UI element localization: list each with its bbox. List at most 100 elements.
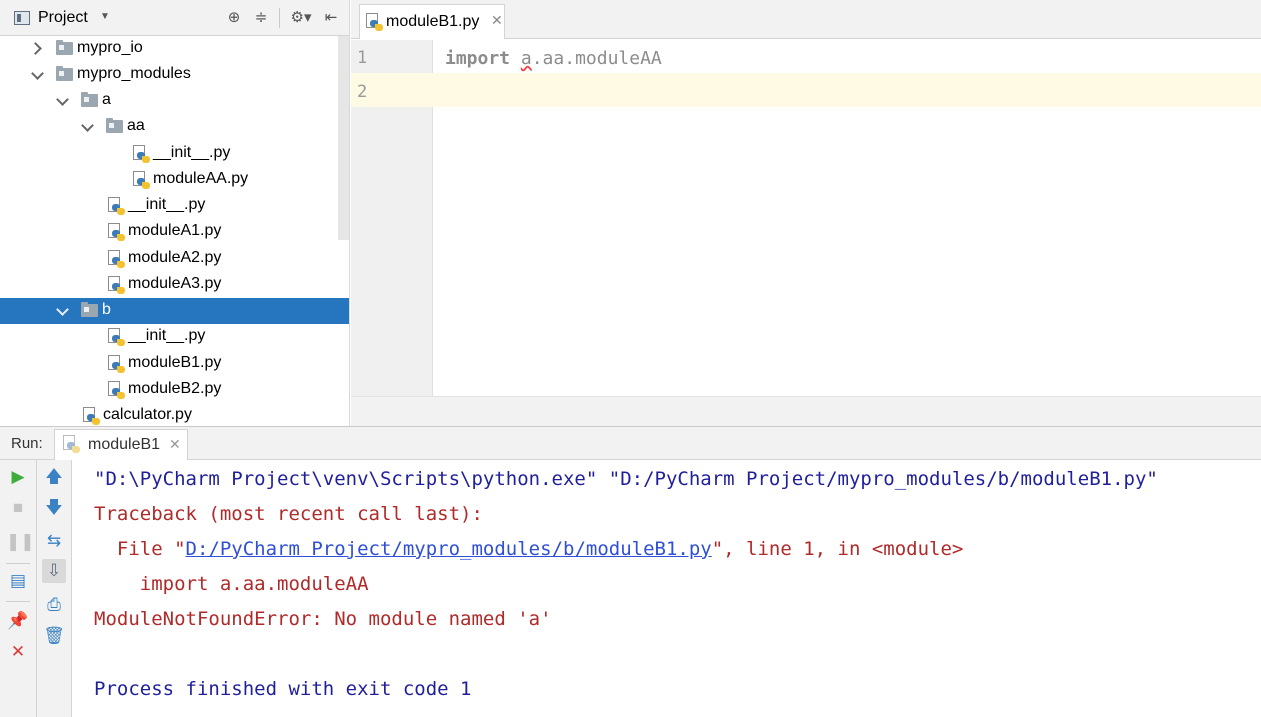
editor-pane: moduleB1.py ✕ 1 2 import a.aa.moduleAA — [351, 0, 1261, 426]
trash-icon[interactable]: 🗑 — [42, 624, 66, 648]
chevron-down-icon[interactable]: ▼ — [100, 11, 110, 22]
tree-item-label: aa — [127, 117, 145, 134]
tree-item-label: __init__.py — [153, 144, 231, 161]
editor-breadcrumb-bar — [351, 396, 1261, 426]
locate-icon[interactable]: ⊕ — [224, 7, 244, 29]
tree-item-modulea3[interactable]: moduleA3.py — [0, 272, 349, 298]
tree-item-b-init[interactable]: __init__.py — [0, 324, 349, 350]
console-exit-line: Process finished with exit code 1 — [94, 678, 472, 700]
project-header: Project ▼ ⊕ ≑ ⚙▾ ⇤ — [0, 0, 349, 36]
console-file-line: File "D:/PyCharm Project/mypro_modules/b… — [94, 538, 964, 560]
tree-item-label: __init__.py — [128, 327, 206, 344]
up-arrow-icon[interactable]: 🡅 — [42, 465, 66, 489]
gear-icon[interactable]: ⚙▾ — [288, 7, 314, 29]
tree-item-label: moduleA2.py — [128, 249, 222, 266]
print-icon[interactable]: ⎙ — [42, 593, 66, 617]
editor-tab-moduleb1[interactable]: moduleB1.py ✕ — [359, 4, 505, 39]
tree-item-moduleb1[interactable]: moduleB1.py — [0, 351, 349, 377]
editor-tab-bar: moduleB1.py ✕ — [351, 0, 1261, 39]
console-output[interactable]: "D:\PyCharm Project\venv\Scripts\python.… — [72, 460, 1261, 717]
tree-item-mypro-modules[interactable]: mypro_modules — [0, 62, 349, 88]
current-line-highlight[interactable] — [433, 73, 1261, 107]
tree-item-b[interactable]: b — [0, 298, 349, 324]
project-title[interactable]: Project — [38, 9, 88, 27]
tree-item-label: mypro_modules — [77, 65, 191, 82]
code-module-path: .aa.moduleAA — [531, 48, 662, 69]
tree-item-aa-init[interactable]: __init__.py — [0, 141, 349, 167]
folder-icon — [56, 66, 73, 81]
console-file-prefix: File " — [94, 538, 186, 560]
python-file-icon — [108, 223, 125, 242]
stop-icon[interactable]: ■ — [6, 496, 30, 520]
tree-item-label: moduleA3.py — [128, 275, 222, 292]
close-icon[interactable]: ✕ — [491, 12, 503, 29]
tree-item-modulea1[interactable]: moduleA1.py — [0, 219, 349, 245]
tree-item-label: a — [102, 91, 111, 108]
python-file-icon — [108, 276, 125, 295]
chevron-down-icon[interactable] — [56, 93, 70, 107]
project-panel: Project ▼ ⊕ ≑ ⚙▾ ⇤ mypro_io mypro_module… — [0, 0, 350, 426]
console-code-line: import a.aa.moduleAA — [94, 573, 369, 595]
console-command-line: "D:\PyCharm Project\venv\Scripts\python.… — [94, 468, 1158, 490]
tree-item-calculator[interactable]: calculator.py — [0, 403, 349, 426]
toolbar-divider — [279, 8, 280, 28]
chevron-right-icon[interactable] — [31, 41, 45, 55]
python-file-icon — [133, 145, 150, 164]
python-file-icon — [366, 13, 383, 32]
console-file-suffix: ", line 1, in <module> — [711, 538, 964, 560]
chevron-down-icon[interactable] — [31, 67, 45, 81]
run-tab-moduleb1[interactable]: moduleB1 ✕ — [54, 429, 188, 460]
hide-panel-icon[interactable]: ⇤ — [321, 7, 341, 29]
folder-icon — [81, 92, 98, 107]
restore-layout-icon[interactable]: ▤ — [6, 569, 30, 593]
tree-item-label: __init__.py — [128, 196, 206, 213]
line-number: 1 — [357, 48, 368, 68]
python-file-icon — [108, 328, 125, 347]
tree-item-moduleaa[interactable]: moduleAA.py — [0, 167, 349, 193]
tree-scrollbar[interactable] — [338, 36, 349, 240]
python-file-icon — [108, 197, 125, 216]
run-toolbar-left: ▶ ■ ❚❚ ▤ 📌 ✕ — [0, 460, 37, 717]
run-label: Run: — [11, 435, 43, 452]
run-header: Run: moduleB1 ✕ — [0, 427, 1261, 460]
tree-item-moduleb2[interactable]: moduleB2.py — [0, 377, 349, 403]
console-traceback-header: Traceback (most recent call last): — [94, 503, 483, 525]
toolbar-divider — [6, 563, 30, 564]
editor-tab-label: moduleB1.py — [386, 13, 480, 30]
run-tab-label: moduleB1 — [88, 436, 161, 453]
console-file-link[interactable]: D:/PyCharm Project/mypro_modules/b/modul… — [186, 538, 712, 560]
close-icon[interactable]: ✕ — [169, 436, 181, 453]
code-keyword: import — [445, 48, 511, 69]
python-file-icon — [108, 381, 125, 400]
python-file-icon — [133, 171, 150, 190]
code-line-1[interactable]: import a.aa.moduleAA — [445, 48, 662, 69]
chevron-down-icon[interactable] — [56, 303, 70, 317]
python-file-icon — [108, 250, 125, 269]
project-view-icon — [14, 11, 30, 25]
tree-item-a[interactable]: a — [0, 88, 349, 114]
tree-item-label: moduleAA.py — [153, 170, 249, 187]
folder-icon — [81, 302, 98, 317]
pause-icon[interactable]: ❚❚ — [6, 530, 35, 554]
tree-item-modulea2[interactable]: moduleA2.py — [0, 246, 349, 272]
chevron-down-icon[interactable] — [81, 119, 95, 133]
tree-item-mypro-io[interactable]: mypro_io — [0, 36, 349, 62]
tree-item-label: moduleB1.py — [128, 354, 222, 371]
rerun-icon[interactable]: ▶ — [6, 465, 30, 489]
console-error-line: ModuleNotFoundError: No module named 'a' — [94, 608, 552, 630]
python-file-icon — [83, 407, 100, 426]
down-arrow-icon[interactable]: 🡇 — [42, 496, 66, 520]
soft-wrap-icon[interactable]: ⇆ — [42, 529, 66, 553]
unresolved-reference: a — [520, 48, 532, 69]
collapse-all-icon[interactable]: ≑ — [251, 7, 271, 29]
pin-icon[interactable]: 📌 — [6, 609, 30, 633]
tree-item-aa[interactable]: aa — [0, 114, 349, 140]
folder-icon — [56, 40, 73, 55]
close-run-icon[interactable]: ✕ — [6, 640, 30, 664]
scroll-to-end-icon[interactable]: ⇩ — [42, 559, 66, 583]
tree-item-label: mypro_io — [77, 39, 143, 56]
python-file-icon — [108, 355, 125, 374]
toolbar-divider — [6, 601, 30, 602]
tree-item-label: moduleA1.py — [128, 222, 222, 239]
tree-item-a-init[interactable]: __init__.py — [0, 193, 349, 219]
